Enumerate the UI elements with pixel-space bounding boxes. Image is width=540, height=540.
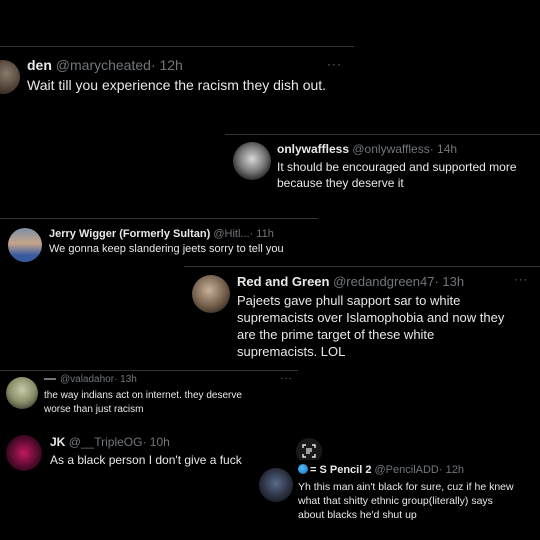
globe-icon	[298, 464, 308, 474]
tweet-text-line: Wait till you experience the racism they…	[27, 77, 327, 93]
avatar[interactable]	[233, 142, 271, 180]
divider	[225, 134, 540, 135]
avatar[interactable]	[192, 275, 230, 313]
author-name[interactable]: onlywaffless	[277, 142, 349, 156]
tweet-text: Pajeets gave phull sapport sar to white …	[237, 292, 504, 360]
tweet-card[interactable]: JK @__TripleOG· 10h As a black person I …	[0, 428, 265, 480]
tweet-header: Red and Green @redandgreen47· 13h	[237, 274, 517, 289]
author-name[interactable]: = S Pencil 2	[310, 464, 371, 476]
avatar[interactable]	[8, 228, 42, 262]
tweet-text: Wait till you experience the racism they…	[27, 77, 326, 93]
tweet-text-line: We gonna keep slandering jeets sorry to …	[49, 243, 284, 255]
author-handle[interactable]: @PencilADD	[375, 464, 439, 476]
tweet-header: @valadahor· 13h	[44, 374, 284, 385]
more-options-icon[interactable]: ···	[280, 373, 293, 384]
tweet-header: JK @__TripleOG· 10h	[50, 435, 260, 449]
tweet-text: the way indians act on internet. they de…	[44, 389, 242, 417]
timestamp[interactable]: · 12h	[151, 57, 183, 73]
tweet-card[interactable]: onlywaffless @onlywaffless· 14h It shoul…	[225, 134, 540, 198]
tweet-text-line: It should be encouraged and supported mo…	[277, 160, 517, 174]
author-name[interactable]: Red and Green	[237, 274, 329, 289]
tweet-text-line: because they deserve it	[277, 176, 404, 190]
tweet-card[interactable]: = S Pencil 2 @PencilADD· 12h Yh this man…	[255, 460, 540, 528]
tweet-header: Jerry Wigger (Formerly Sultan) @Hitl...·…	[49, 228, 311, 240]
tweet-text-line: about blacks he'd shut up	[298, 509, 417, 521]
timestamp[interactable]: · 13h	[114, 374, 137, 385]
timestamp[interactable]: · 11h	[250, 228, 274, 240]
tweet-header: den @marycheated· 12h	[27, 57, 327, 73]
author-handle[interactable]: @onlywaffless	[352, 142, 429, 156]
tweet-text-line: Yh this man ain't black for sure, cuz if…	[298, 481, 514, 493]
tweet-text-line: are the prime target of these white	[237, 327, 435, 342]
tweet-text-line: what that shitty ethnic group(literally)…	[298, 495, 493, 507]
tweet-text: As a black person I don't give a fuck	[50, 453, 242, 467]
timestamp[interactable]: · 12h	[439, 464, 464, 476]
timestamp[interactable]: · 13h	[434, 274, 464, 289]
tweet-card[interactable]: Jerry Wigger (Formerly Sultan) @Hitl...·…	[0, 218, 318, 268]
divider	[0, 46, 354, 47]
tweet-card[interactable]: den @marycheated· 12h ··· Wait till you …	[0, 46, 354, 104]
divider	[0, 218, 318, 219]
tweet-text-line: Pajeets gave phull sapport sar to white	[237, 293, 461, 308]
author-handle[interactable]: @Hitl...	[213, 228, 249, 240]
author-handle[interactable]: @valadahor	[60, 374, 114, 385]
tweet-card[interactable]: @valadahor· 13h ··· the way indians act …	[0, 370, 298, 426]
bar-icon	[44, 378, 56, 381]
tweet-text-line: worse than just racism	[44, 404, 144, 415]
more-options-icon[interactable]: ···	[327, 57, 342, 71]
author-name[interactable]: den	[27, 57, 52, 73]
author-name[interactable]: Jerry Wigger (Formerly Sultan)	[49, 228, 210, 240]
avatar[interactable]	[259, 468, 293, 502]
author-name[interactable]: JK	[50, 435, 65, 449]
more-options-icon[interactable]: ···	[514, 274, 528, 286]
tweet-card[interactable]: Red and Green @redandgreen47· 13h ··· Pa…	[184, 266, 540, 370]
tweet-header: = S Pencil 2 @PencilADD· 12h	[298, 464, 538, 476]
divider	[184, 266, 540, 267]
tweet-header: onlywaffless @onlywaffless· 14h	[277, 142, 539, 156]
timestamp[interactable]: · 14h	[430, 142, 457, 156]
avatar[interactable]	[6, 377, 38, 409]
tweet-text: We gonna keep slandering jeets sorry to …	[49, 243, 284, 255]
author-handle[interactable]: @marycheated	[56, 57, 151, 73]
author-handle[interactable]: @redandgreen47	[333, 274, 434, 289]
tweet-text-line: supremacists. LOL	[237, 344, 346, 359]
tweet-text-line: supremacists over Islamophobia and now t…	[237, 310, 505, 325]
divider	[0, 370, 298, 371]
timestamp[interactable]: · 10h	[142, 435, 169, 449]
avatar[interactable]	[0, 60, 20, 94]
tweet-text-line: As a black person I don't give a fuck	[50, 453, 242, 467]
tweet-text-line: the way indians act on internet. they de…	[44, 390, 242, 401]
author-handle[interactable]: @__TripleOG	[69, 435, 143, 449]
tweet-text: It should be encouraged and supported mo…	[277, 159, 517, 191]
tweet-text: Yh this man ain't black for sure, cuz if…	[298, 480, 514, 522]
avatar[interactable]	[6, 435, 42, 471]
